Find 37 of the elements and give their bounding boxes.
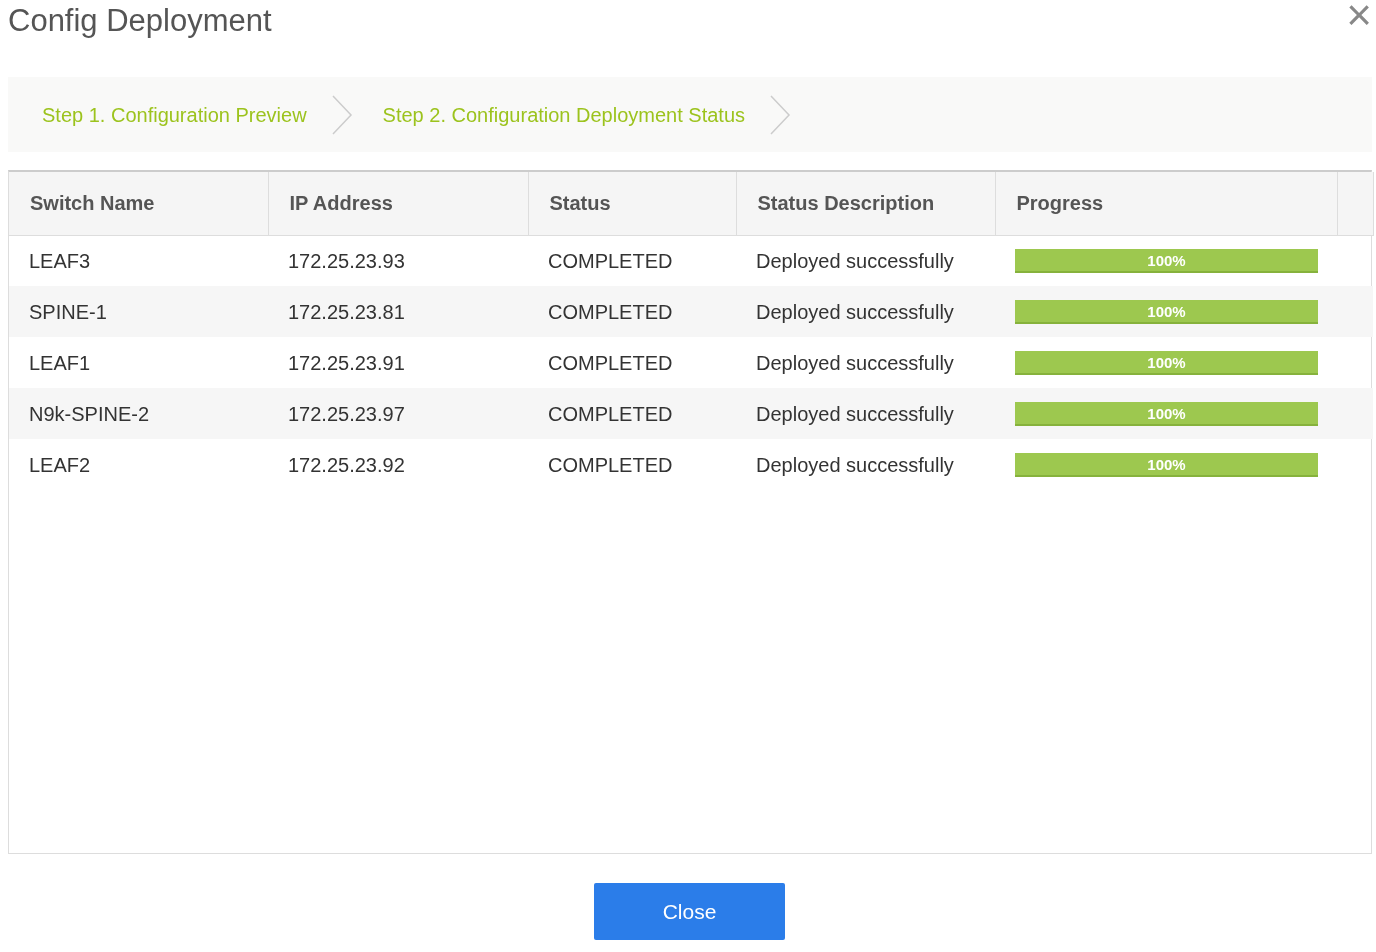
table-cell: Deployed successfully bbox=[736, 235, 995, 286]
table-cell: Deployed successfully bbox=[736, 337, 995, 388]
table-cell: Deployed successfully bbox=[736, 286, 995, 337]
chevron-right-icon bbox=[330, 94, 353, 135]
table-cell: Deployed successfully bbox=[736, 388, 995, 439]
table-cell: Deployed successfully bbox=[736, 439, 995, 490]
progress-label: 100% bbox=[1146, 352, 1187, 373]
progress-label: 100% bbox=[1146, 454, 1187, 475]
step-label[interactable]: Step 2. Configuration Deployment Status bbox=[382, 99, 746, 130]
progress-label: 100% bbox=[1146, 403, 1187, 424]
table-cell: COMPLETED bbox=[528, 235, 736, 286]
column-header: Progress bbox=[995, 172, 1337, 235]
table-cell: LEAF2 bbox=[9, 439, 268, 490]
step-label[interactable]: Step 1. Configuration Preview bbox=[42, 99, 307, 130]
dialog-title: Config Deployment bbox=[8, 2, 272, 40]
table-cell: N9k-SPINE-2 bbox=[9, 388, 268, 439]
table-cell: SPINE-1 bbox=[9, 286, 268, 337]
table-cell: COMPLETED bbox=[528, 388, 736, 439]
table-cell: 172.25.23.97 bbox=[268, 388, 528, 439]
table-cell: COMPLETED bbox=[528, 337, 736, 388]
column-header: Switch Name bbox=[9, 172, 268, 235]
column-header: IP Address bbox=[268, 172, 528, 235]
table-cell: 172.25.23.81 bbox=[268, 286, 528, 337]
progress-label: 100% bbox=[1146, 250, 1187, 271]
table-cell: LEAF1 bbox=[9, 337, 268, 388]
close-button[interactable]: × bbox=[1346, 0, 1372, 30]
table-cell: 172.25.23.93 bbox=[268, 235, 528, 286]
column-header: Status bbox=[528, 172, 736, 235]
chevron-right-icon bbox=[769, 94, 792, 135]
table-cell: COMPLETED bbox=[528, 286, 736, 337]
column-header: Status Description bbox=[736, 172, 995, 235]
table-cell: LEAF3 bbox=[9, 235, 268, 286]
progress-label: 100% bbox=[1146, 301, 1187, 322]
table-cell: 172.25.23.92 bbox=[268, 439, 528, 490]
close-button[interactable]: Close bbox=[594, 883, 785, 940]
table-cell: COMPLETED bbox=[528, 439, 736, 490]
table-cell: 172.25.23.91 bbox=[268, 337, 528, 388]
